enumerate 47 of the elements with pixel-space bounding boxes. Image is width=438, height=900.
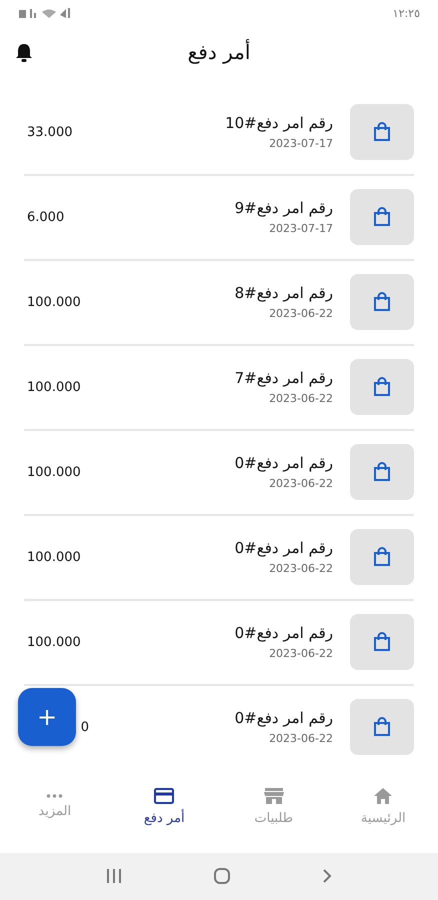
- order-date: 2023-06-22: [269, 392, 333, 406]
- shopping-bag-icon: [373, 377, 391, 398]
- shopping-bag-icon: [373, 292, 391, 312]
- recent-apps-icon[interactable]: [105, 868, 123, 884]
- order-date: 2023-06-22: [269, 647, 333, 660]
- more-icon: [46, 794, 64, 798]
- order-date: 2023-06-22: [269, 307, 333, 320]
- order-amount: 100.000: [27, 380, 81, 395]
- order-date: 2023-06-22: [269, 477, 333, 490]
- add-button[interactable]: +: [18, 688, 76, 746]
- order-date: 2023-06-22: [269, 562, 333, 576]
- shopping-bag-icon: [373, 462, 391, 482]
- page-title: أمر دفع: [188, 40, 250, 64]
- shopping-bag-icon: [373, 122, 391, 142]
- home-icon: [373, 787, 394, 806]
- order-date: 2023-07-17: [269, 137, 333, 150]
- back-icon[interactable]: [321, 868, 333, 884]
- order-number: رقم امر دفع#0: [234, 454, 333, 472]
- order-number: رقم امر دفع#0: [234, 624, 333, 642]
- order-amount: 100.000: [27, 464, 81, 480]
- order-date: 2023-07-17: [269, 222, 333, 236]
- shopping-bag-icon: [373, 547, 391, 568]
- shopping-bag-icon: [373, 632, 391, 652]
- status-time: ١٢:٢٥: [392, 6, 420, 20]
- order-amount: 100.000: [27, 294, 81, 310]
- order-amount: 33.000: [27, 124, 72, 140]
- order-number: رقم امر دفع#0: [234, 539, 333, 558]
- nav-tab[interactable]: طلبيات: [224, 786, 324, 828]
- order-amount: 6.000: [27, 210, 64, 225]
- nav-tab[interactable]: الرئيسية: [333, 786, 434, 828]
- shopping-bag-icon: [373, 207, 391, 228]
- order-amount: 100.000: [27, 634, 81, 650]
- credit-card-icon: [153, 787, 176, 806]
- nav-tab[interactable]: المزيد: [4, 793, 105, 820]
- order-amount: 100.000: [27, 550, 81, 565]
- order-date: 2023-06-22: [269, 732, 333, 746]
- store-icon: [262, 787, 285, 806]
- nav-tab[interactable]: أمر دفع: [114, 786, 214, 828]
- home-button-icon[interactable]: [213, 867, 231, 886]
- order-number: رقم امر دفع#9: [234, 199, 333, 218]
- shopping-bag-icon: [373, 717, 391, 738]
- order-number: رقم امر دفع#0: [234, 709, 333, 728]
- order-number: رقم امر دفع#7: [234, 369, 333, 388]
- order-number: رقم امر دفع#10: [225, 114, 333, 132]
- notification-bell-icon[interactable]: [15, 42, 33, 63]
- order-amount: 0: [80, 720, 89, 735]
- order-number: رقم امر دفع#8: [234, 284, 333, 302]
